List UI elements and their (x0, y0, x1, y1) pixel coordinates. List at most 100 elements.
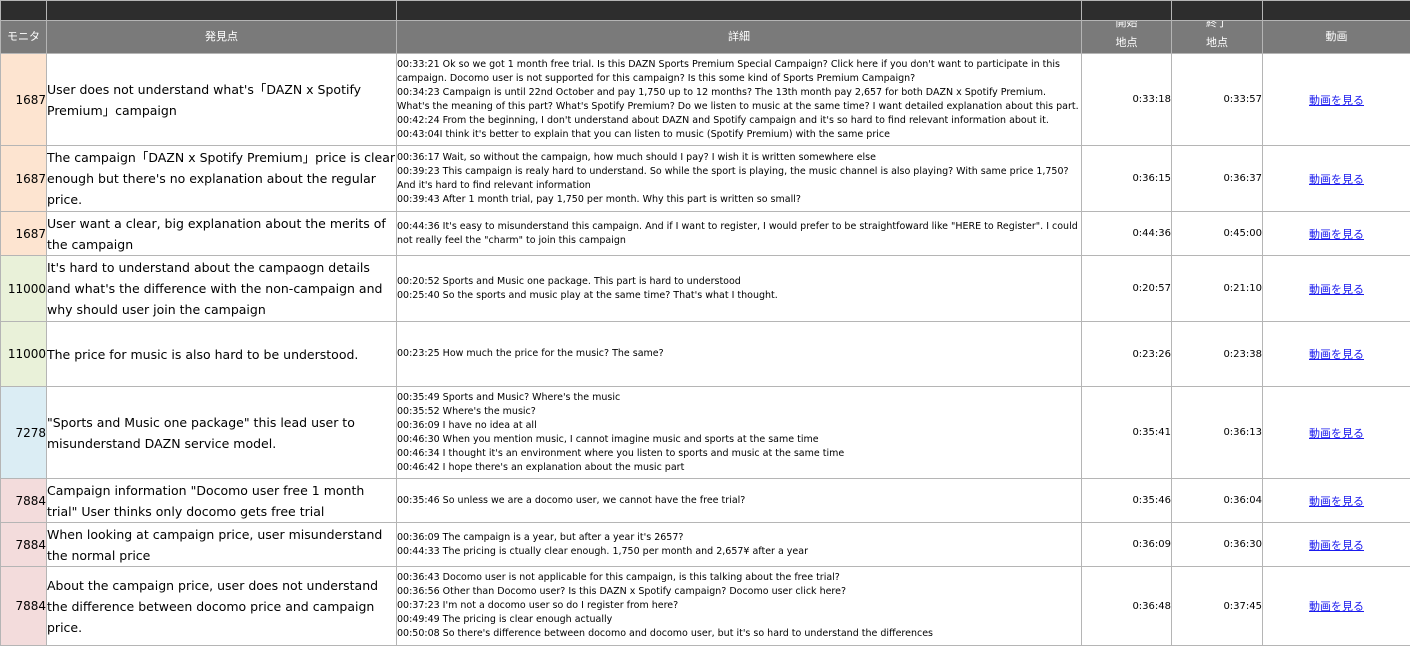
detail-line: 00:36:09 The campaign is a year, but aft… (397, 531, 684, 543)
start-time-cell[interactable]: 0:36:09 (1081, 522, 1172, 567)
detail-cell[interactable]: 00:36:17 Wait, so without the campaign, … (396, 145, 1082, 212)
detail-cell[interactable]: 00:33:21 Ok so we got 1 month free trial… (396, 53, 1082, 146)
column-header-row: モニタ 発見点 詳細 開始 地点 終了 地点 動画 (0, 20, 1410, 54)
monitor-id-cell[interactable]: 1687 (0, 145, 47, 212)
start-time-cell[interactable]: 0:20:57 (1081, 255, 1172, 322)
table-row: 1687 The campaign「DAZN x Spotify Premium」… (0, 145, 1410, 212)
finding-cell[interactable]: The price for music is also hard to be u… (46, 321, 397, 387)
detail-line: 00:35:52 Where's the music? (397, 405, 536, 417)
header-end-line2: 地点 (1206, 36, 1228, 49)
monitor-id-cell[interactable]: 7884 (0, 566, 47, 646)
finding-cell[interactable]: User want a clear, big explanation about… (46, 211, 397, 256)
watch-video-link[interactable]: 動画を見る (1309, 173, 1364, 186)
monitor-id-cell[interactable]: 1687 (0, 211, 47, 256)
monitor-id-cell[interactable]: 7278 (0, 386, 47, 479)
finding-cell[interactable]: It's hard to understand about the campao… (46, 255, 397, 322)
watch-video-link[interactable]: 動画を見る (1309, 427, 1364, 440)
start-time-cell[interactable]: 0:36:15 (1081, 145, 1172, 212)
finding-cell[interactable]: About the campaign price, user does not … (46, 566, 397, 646)
monitor-id-cell[interactable]: 1687 (0, 53, 47, 146)
detail-cell[interactable]: 00:36:43 Docomo user is not applicable f… (396, 566, 1082, 646)
detail-line: 00:35:49 Sports and Music? Where's the m… (397, 391, 621, 403)
top-strip-cell (46, 0, 397, 21)
video-cell: 動画を見る (1262, 255, 1410, 322)
end-time-cell[interactable]: 0:37:45 (1171, 566, 1263, 646)
table-row: 1687 User want a clear, big explanation a… (0, 211, 1410, 256)
detail-line: 00:46:30 When you mention music, I canno… (397, 433, 819, 445)
detail-line: 00:36:43 Docomo user is not applicable f… (397, 572, 840, 583)
finding-cell[interactable]: Campaign information "Docomo user free 1… (46, 478, 397, 523)
end-time-cell[interactable]: 0:36:13 (1171, 386, 1263, 479)
monitor-id-cell[interactable]: 11000 (0, 255, 47, 322)
end-time-cell[interactable]: 0:36:04 (1171, 478, 1263, 523)
findings-sheet: モニタ 発見点 詳細 開始 地点 終了 地点 動画 1687 User does … (0, 0, 1410, 646)
end-time-cell[interactable]: 0:33:57 (1171, 53, 1263, 146)
top-strip-cell (1081, 0, 1172, 21)
detail-cell[interactable]: 00:44:36 It's easy to misunderstand this… (396, 211, 1082, 256)
start-time-cell[interactable]: 0:36:48 (1081, 566, 1172, 646)
detail-line: 00:25:40 So the sports and music play at… (397, 289, 778, 301)
start-time-cell[interactable]: 0:44:36 (1081, 211, 1172, 256)
detail-line: 00:36:09 I have no idea at all (397, 419, 537, 431)
header-detail[interactable]: 詳細 (396, 20, 1082, 54)
detail-line: 00:50:08 So there's difference between d… (397, 628, 934, 639)
watch-video-link[interactable]: 動画を見る (1309, 495, 1364, 508)
video-cell: 動画を見る (1262, 522, 1410, 567)
detail-cell[interactable]: 00:36:09 The campaign is a year, but aft… (396, 522, 1082, 567)
video-cell: 動画を見る (1262, 321, 1410, 387)
video-cell: 動画を見る (1262, 566, 1410, 646)
detail-cell[interactable]: 00:35:49 Sports and Music? Where's the m… (396, 386, 1082, 479)
detail-line: 00:20:52 Sports and Music one package. T… (397, 275, 741, 287)
detail-line: 00:43:04I think it's better to explain t… (397, 128, 890, 140)
frozen-top-strip (0, 0, 1410, 21)
detail-line: 00:37:23 I'm not a docomo user so do I r… (397, 600, 679, 611)
end-time-cell[interactable]: 0:36:37 (1171, 145, 1263, 212)
detail-cell[interactable]: 00:23:25 How much the price for the musi… (396, 321, 1082, 387)
header-finding[interactable]: 発見点 (46, 20, 397, 54)
finding-cell[interactable]: The campaign「DAZN x Spotify Premium」pric… (46, 145, 397, 212)
start-time-cell[interactable]: 0:33:18 (1081, 53, 1172, 146)
header-end[interactable]: 終了 地点 (1171, 20, 1263, 54)
header-monitor[interactable]: モニタ (0, 20, 47, 54)
video-cell: 動画を見る (1262, 386, 1410, 479)
detail-line: 00:44:36 It's easy to misunderstand this… (397, 220, 1078, 246)
monitor-id-cell[interactable]: 11000 (0, 321, 47, 387)
table-row: 11000 It's hard to understand about the c… (0, 255, 1410, 322)
table-row: 7884 About the campaign price, user does … (0, 566, 1410, 646)
start-time-cell[interactable]: 0:23:26 (1081, 321, 1172, 387)
start-time-cell[interactable]: 0:35:46 (1081, 478, 1172, 523)
detail-line: 00:34:23 Campaign is until 22nd October … (397, 86, 1079, 112)
watch-video-link[interactable]: 動画を見る (1309, 283, 1364, 296)
finding-cell[interactable]: "Sports and Music one package" this lead… (46, 386, 397, 479)
watch-video-link[interactable]: 動画を見る (1309, 348, 1364, 361)
end-time-cell[interactable]: 0:45:00 (1171, 211, 1263, 256)
watch-video-link[interactable]: 動画を見る (1309, 600, 1364, 613)
detail-cell[interactable]: 00:20:52 Sports and Music one package. T… (396, 255, 1082, 322)
monitor-id-cell[interactable]: 7884 (0, 478, 47, 523)
watch-video-link[interactable]: 動画を見る (1309, 94, 1364, 107)
end-time-cell[interactable]: 0:23:38 (1171, 321, 1263, 387)
end-time-cell[interactable]: 0:21:10 (1171, 255, 1263, 322)
finding-cell[interactable]: When looking at campaign price, user mis… (46, 522, 397, 567)
finding-cell[interactable]: User does not understand what's「DAZN x S… (46, 53, 397, 146)
detail-line: 00:33:21 Ok so we got 1 month free trial… (397, 58, 1061, 84)
header-start[interactable]: 開始 地点 (1081, 20, 1172, 54)
header-start-line1: 開始 (1115, 20, 1138, 30)
detail-line: 00:36:56 Other than Docomo user? Is this… (397, 586, 847, 597)
header-video[interactable]: 動画 (1262, 20, 1410, 54)
end-time-cell[interactable]: 0:36:30 (1171, 522, 1263, 567)
video-cell: 動画を見る (1262, 145, 1410, 212)
table-row: 1687 User does not understand what's「DAZN… (0, 53, 1410, 146)
table-row: 7278 "Sports and Music one package" this … (0, 386, 1410, 479)
detail-cell[interactable]: 00:35:46 So unless we are a docomo user,… (396, 478, 1082, 523)
watch-video-link[interactable]: 動画を見る (1309, 539, 1364, 552)
detail-line: 00:42:24 From the beginning, I don't und… (397, 114, 1049, 126)
table-row: 7884 When looking at campaign price, user… (0, 522, 1410, 567)
top-strip-cell (0, 0, 47, 21)
detail-line: 00:35:46 So unless we are a docomo user,… (397, 494, 746, 506)
detail-line: 00:39:23 This campaign is realy hard to … (397, 165, 1069, 191)
monitor-id-cell[interactable]: 7884 (0, 522, 47, 567)
detail-line: 00:44:33 The pricing is ctually clear en… (397, 545, 809, 557)
start-time-cell[interactable]: 0:35:41 (1081, 386, 1172, 479)
watch-video-link[interactable]: 動画を見る (1309, 228, 1364, 241)
